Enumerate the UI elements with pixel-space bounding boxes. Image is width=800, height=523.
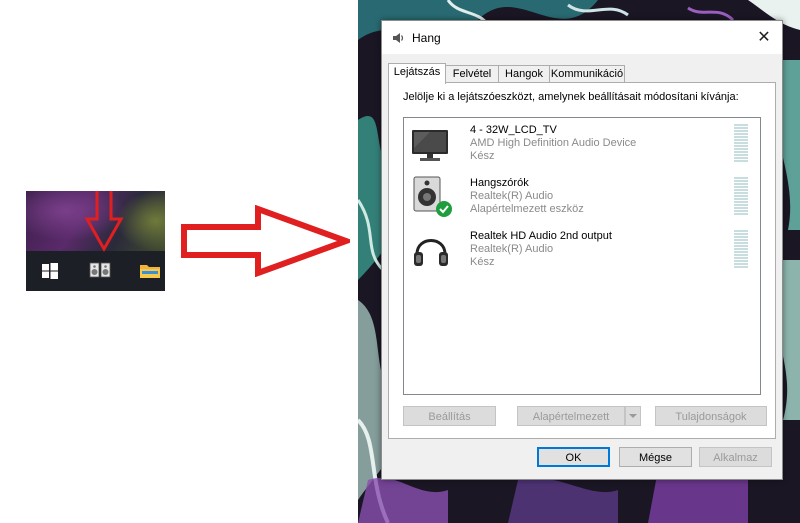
set-default-button[interactable]: Alapértelmezett	[517, 406, 625, 426]
instruction-text: Jelölje ki a lejátszóeszközt, amelynek b…	[403, 91, 739, 103]
volume-meter	[734, 124, 748, 164]
configure-button[interactable]: Beállítás	[403, 406, 496, 426]
device-driver: AMD High Definition Audio Device	[470, 137, 637, 149]
tab-communications[interactable]: Kommunikáció	[549, 65, 625, 83]
device-status: Alapértelmezett eszköz	[470, 203, 584, 215]
arrow-right-icon	[181, 205, 350, 277]
windows-start-icon[interactable]	[42, 263, 58, 279]
set-default-dropdown[interactable]	[625, 406, 641, 426]
device-name: Hangszórók	[470, 177, 529, 189]
speaker-icon[interactable]	[89, 262, 111, 278]
speaker-app-icon	[393, 33, 404, 43]
cancel-button[interactable]: Mégse	[619, 447, 692, 467]
tab-panel: Jelölje ki a lejátszóeszközt, amelynek b…	[388, 82, 776, 439]
device-driver: Realtek(R) Audio	[470, 190, 554, 202]
properties-button[interactable]: Tulajdonságok	[655, 406, 767, 426]
device-name: Realtek HD Audio 2nd output	[470, 230, 612, 242]
file-explorer-icon[interactable]	[139, 262, 161, 279]
ok-button[interactable]: OK	[537, 447, 610, 467]
tab-sounds[interactable]: Hangok	[498, 65, 550, 83]
arrow-down-icon	[84, 191, 124, 253]
tab-recording[interactable]: Felvétel	[445, 65, 499, 83]
title-bar[interactable]: Hang ✕	[382, 21, 782, 54]
volume-meter	[734, 177, 748, 217]
sound-dialog: Hang ✕ Lejátszás Felvétel Hangok Kommuni…	[381, 20, 783, 480]
device-name: 4 - 32W_LCD_TV	[470, 124, 557, 136]
device-status: Kész	[470, 256, 495, 268]
device-item[interactable]: Realtek HD Audio 2nd output Realtek(R) A…	[404, 224, 760, 276]
tab-playback[interactable]: Lejátszás	[388, 63, 446, 84]
taskbar-screenshot	[26, 191, 165, 291]
speaker-default-icon	[413, 176, 452, 217]
device-status: Kész	[470, 150, 495, 162]
device-item[interactable]: 4 - 32W_LCD_TV AMD High Definition Audio…	[404, 118, 760, 170]
close-button[interactable]: ✕	[746, 21, 782, 54]
monitor-icon	[412, 130, 448, 161]
headphones-icon	[414, 239, 448, 266]
device-item[interactable]: Hangszórók Realtek(R) Audio Alapértelmez…	[404, 171, 760, 223]
volume-meter	[734, 230, 748, 270]
device-list[interactable]: 4 - 32W_LCD_TV AMD High Definition Audio…	[403, 117, 761, 395]
device-driver: Realtek(R) Audio	[470, 243, 554, 255]
apply-button[interactable]: Alkalmaz	[699, 447, 772, 467]
dialog-title: Hang	[412, 31, 441, 45]
chevron-down-icon	[629, 414, 637, 418]
